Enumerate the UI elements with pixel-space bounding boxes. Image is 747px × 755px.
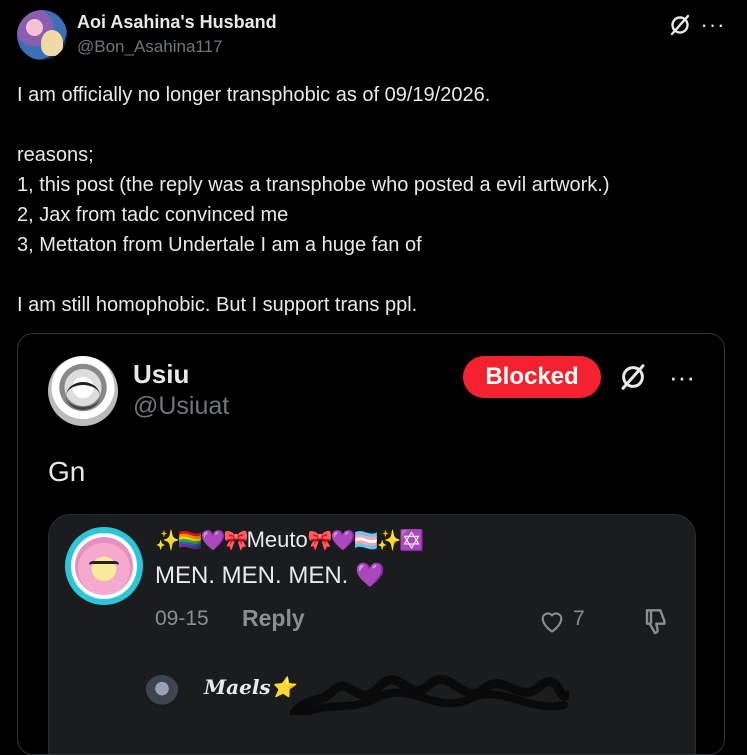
heart-outline-icon [541, 612, 563, 633]
sub-reply-name: Maels⭐ [204, 675, 296, 699]
author-handle[interactable]: @Bon_Asahina117 [77, 37, 223, 57]
more-options-icon[interactable]: ··· [700, 12, 726, 38]
author-avatar[interactable] [17, 10, 67, 60]
scribble-redaction [289, 675, 569, 715]
reply-link: Reply [242, 605, 305, 631]
quoted-author-handle[interactable]: @Usiuat [133, 392, 229, 421]
embedded-reply-screenshot: ✨🏳️‍🌈💜🎀Meuto🎀💜🏳️‍⚧️✨✡️ MEN. MEN. MEN. 💜 … [48, 514, 696, 754]
author-display-name[interactable]: Aoi Asahina's Husband [77, 12, 277, 33]
quoted-more-options-icon[interactable]: ··· [665, 360, 699, 394]
quoted-post[interactable]: Usiu @Usiuat Blocked ··· Gn ✨🏳️‍🌈💜🎀Meuto… [17, 333, 725, 755]
reply-author-name: ✨🏳️‍🌈💜🎀Meuto🎀💜🏳️‍⚧️✨✡️ [155, 527, 425, 553]
grok-slash-icon[interactable] [667, 12, 693, 38]
reply-avatar [65, 527, 143, 605]
reply-text: MEN. MEN. MEN. 💜 [155, 561, 385, 590]
like-count: 7 [573, 607, 585, 630]
tweet-text: I am officially no longer transphobic as… [17, 84, 610, 316]
quoted-author-avatar[interactable] [48, 356, 118, 426]
sub-reply-avatar [145, 675, 179, 709]
reply-date: 09-15 [155, 607, 209, 630]
quoted-post-text: Gn [48, 456, 86, 487]
grok-slash-icon[interactable] [616, 360, 650, 394]
thumbs-down-icon [645, 609, 666, 635]
reply-name-text: Meuto [246, 527, 308, 552]
name-emoji-suffix: 🎀💜🏳️‍⚧️✨✡️ [307, 530, 425, 552]
quoted-author-name[interactable]: Usiu [133, 359, 189, 390]
name-emoji-prefix: ✨🏳️‍🌈💜🎀 [155, 530, 249, 552]
reply-text-body: MEN. MEN. MEN. [155, 562, 356, 589]
blocked-button[interactable]: Blocked [463, 356, 601, 398]
purple-heart-emoji: 💜 [355, 562, 385, 589]
